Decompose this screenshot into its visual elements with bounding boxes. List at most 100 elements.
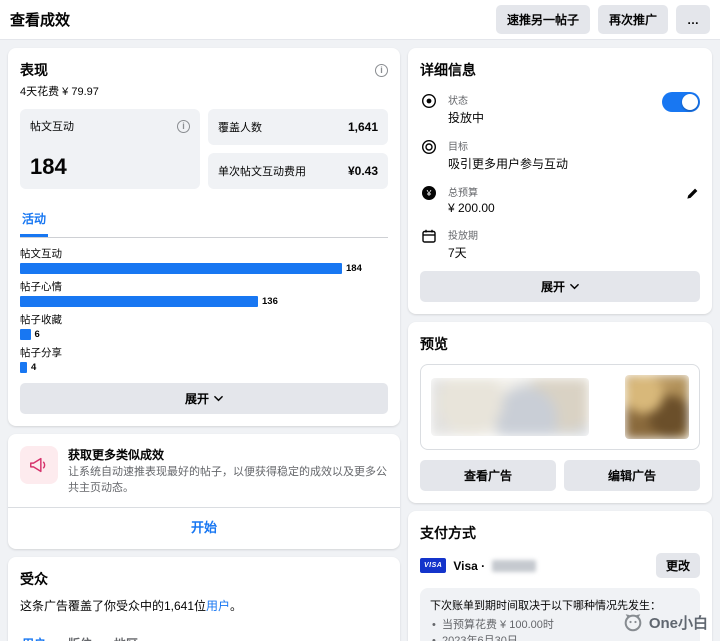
cost-value: ¥0.43 xyxy=(347,164,378,178)
more-options-button[interactable]: … xyxy=(676,5,710,34)
info-icon[interactable]: i xyxy=(177,119,190,133)
activity-bar-value: 136 xyxy=(262,296,278,307)
payment-method-row: VISA Visa · 更改 xyxy=(420,553,700,578)
details-title: 详细信息 xyxy=(420,62,476,78)
expand-label: 展开 xyxy=(540,280,565,294)
goal-value: 吸引更多用户参与互动 xyxy=(448,157,569,171)
recommendation-description: 让系统自动速推表现最好的帖子，以便获得稳定的成效以及更多公共主页动态。 xyxy=(68,466,387,494)
activity-bar-value: 4 xyxy=(31,362,37,373)
start-button[interactable]: 开始 xyxy=(20,508,388,537)
performance-title: 表现 xyxy=(20,62,48,78)
activity-bar xyxy=(20,296,258,307)
megaphone-icon xyxy=(20,446,58,484)
audience-description: 这条广告覆盖了你受众中的1,641位用户。 xyxy=(20,597,388,614)
primary-metric-value: 184 xyxy=(30,154,67,179)
details-card: 详细信息 状态 投放中 目标 吸引更多用户参与互动 ¥ 总预算 ¥ 200.00… xyxy=(408,48,712,314)
preview-card: 预览 查看广告 编辑广告 xyxy=(408,322,712,503)
budget-row: ¥ 总预算 ¥ 200.00 xyxy=(420,184,700,215)
right-column: 详细信息 状态 投放中 目标 吸引更多用户参与互动 ¥ 总预算 ¥ 200.00… xyxy=(408,48,712,641)
recommendation-texts: 获取更多类似成效 让系统自动速推表现最好的帖子，以便获得稳定的成效以及更多公共主… xyxy=(68,446,388,497)
primary-metric-box: 帖文互动 i 184 xyxy=(20,109,200,189)
activity-chart: 帖文互动 184 帖子心情 136 帖子收藏 6 帖子分享 4 xyxy=(20,246,388,373)
metric-grid: 帖文互动 i 184 覆盖人数 1,641 单次帖文互动费用 ¥0.43 xyxy=(20,109,388,189)
activity-bar-label: 帖子收藏 xyxy=(20,314,62,326)
cost-label: 单次帖文互动费用 xyxy=(218,166,306,178)
activity-bar-value: 184 xyxy=(346,263,362,274)
audience-users-link[interactable]: 用户 xyxy=(206,599,230,613)
main-content: 表现 i 4天花费 ¥ 79.97 帖文互动 i 184 覆盖人数 1,641 xyxy=(0,40,720,641)
ad-thumbnail-blurred xyxy=(625,375,689,439)
boost-another-post-button[interactable]: 速推另一帖子 xyxy=(495,5,590,34)
activity-bar-row: 帖文互动 184 xyxy=(20,246,388,274)
reach-label: 覆盖人数 xyxy=(218,122,262,134)
svg-text:¥: ¥ xyxy=(426,188,432,198)
expand-label: 展开 xyxy=(184,392,209,406)
status-row: 状态 投放中 xyxy=(420,92,700,126)
activity-bar xyxy=(20,329,31,340)
audience-description-suffix: 。 xyxy=(230,598,243,613)
activity-bar-row: 帖子心情 136 xyxy=(20,279,388,307)
preview-title: 预览 xyxy=(420,336,448,352)
primary-metric-label: 帖文互动 xyxy=(30,121,74,133)
watermark-text: One小白 xyxy=(648,614,708,632)
info-icon[interactable]: i xyxy=(375,63,388,77)
status-label: 状态 xyxy=(448,96,468,107)
budget-value: ¥ 200.00 xyxy=(448,201,495,215)
status-toggle[interactable] xyxy=(662,92,700,112)
performance-tabs: 活动 xyxy=(20,203,388,238)
promote-again-button[interactable]: 再次推广 xyxy=(597,5,668,34)
status-value: 投放中 xyxy=(448,111,485,125)
tab-locations[interactable]: 地区 xyxy=(112,628,140,641)
chevron-down-icon xyxy=(570,283,579,290)
chevron-down-icon xyxy=(214,395,223,402)
payment-title: 支付方式 xyxy=(420,525,476,541)
budget-label: 总预算 xyxy=(448,188,478,199)
activity-bar-row: 帖子收藏 6 xyxy=(20,312,388,340)
tab-users[interactable]: 用户 xyxy=(20,628,48,641)
recommendation-title: 获取更多类似成效 xyxy=(68,448,165,462)
activity-bar-label: 帖子分享 xyxy=(20,347,62,359)
view-ad-button[interactable]: 查看广告 xyxy=(420,460,556,491)
tab-activity[interactable]: 活动 xyxy=(20,203,49,237)
visa-icon: VISA xyxy=(420,558,447,573)
left-column: 表现 i 4天花费 ¥ 79.97 帖文互动 i 184 覆盖人数 1,641 xyxy=(8,48,400,641)
edit-budget-pencil-icon[interactable] xyxy=(685,184,700,206)
activity-bar xyxy=(20,263,342,274)
panda-logo-icon xyxy=(624,614,642,632)
payment-method-label: Visa · xyxy=(453,558,486,573)
goal-label: 目标 xyxy=(448,142,468,153)
activity-bar xyxy=(20,362,27,373)
change-payment-button[interactable]: 更改 xyxy=(655,553,700,578)
budget-icon: ¥ xyxy=(420,184,438,201)
schedule-value: 7天 xyxy=(448,246,467,260)
activity-bar-value: 6 xyxy=(34,329,40,340)
goal-row: 目标 吸引更多用户参与互动 xyxy=(420,138,700,172)
reach-value: 1,641 xyxy=(347,120,378,134)
audience-title: 受众 xyxy=(20,570,48,587)
activity-bar-label: 帖子心情 xyxy=(20,281,62,293)
performance-expand-button[interactable]: 展开 xyxy=(20,383,388,414)
schedule-row: 投放期 7天 xyxy=(420,227,700,261)
reach-metric-box: 覆盖人数 1,641 xyxy=(208,109,388,145)
activity-bar-row: 帖子分享 4 xyxy=(20,345,388,373)
status-icon xyxy=(420,92,438,109)
edit-ad-button[interactable]: 编辑广告 xyxy=(564,460,700,491)
card-number-redacted xyxy=(492,559,537,572)
audience-description-text: 这条广告覆盖了你受众中的1,641位 xyxy=(20,598,207,613)
ad-preview-image-blurred xyxy=(431,378,589,436)
performance-card: 表现 i 4天花费 ¥ 79.97 帖文互动 i 184 覆盖人数 1,641 xyxy=(8,48,400,426)
audience-card: 受众 这条广告覆盖了你受众中的1,641位用户。 用户 版位 地区 71.6% … xyxy=(8,556,400,641)
cost-metric-box: 单次帖文互动费用 ¥0.43 xyxy=(208,153,388,189)
performance-subtitle: 4天花费 ¥ 79.97 xyxy=(20,86,99,98)
audience-tabs: 用户 版位 地区 xyxy=(20,628,388,641)
tab-placements[interactable]: 版位 xyxy=(66,628,94,641)
calendar-icon xyxy=(420,227,438,244)
billing-item: 2023年6月30日 xyxy=(430,633,690,641)
toggle-knob xyxy=(682,94,698,110)
header-actions: 速推另一帖子 再次推广 … xyxy=(495,5,710,34)
goal-icon xyxy=(420,138,438,155)
activity-bar-label: 帖文互动 xyxy=(20,248,62,260)
details-expand-button[interactable]: 展开 xyxy=(420,271,700,302)
watermark: One小白 xyxy=(622,611,708,633)
recommendation-card: 获取更多类似成效 让系统自动速推表现最好的帖子，以便获得稳定的成效以及更多公共主… xyxy=(8,434,400,549)
